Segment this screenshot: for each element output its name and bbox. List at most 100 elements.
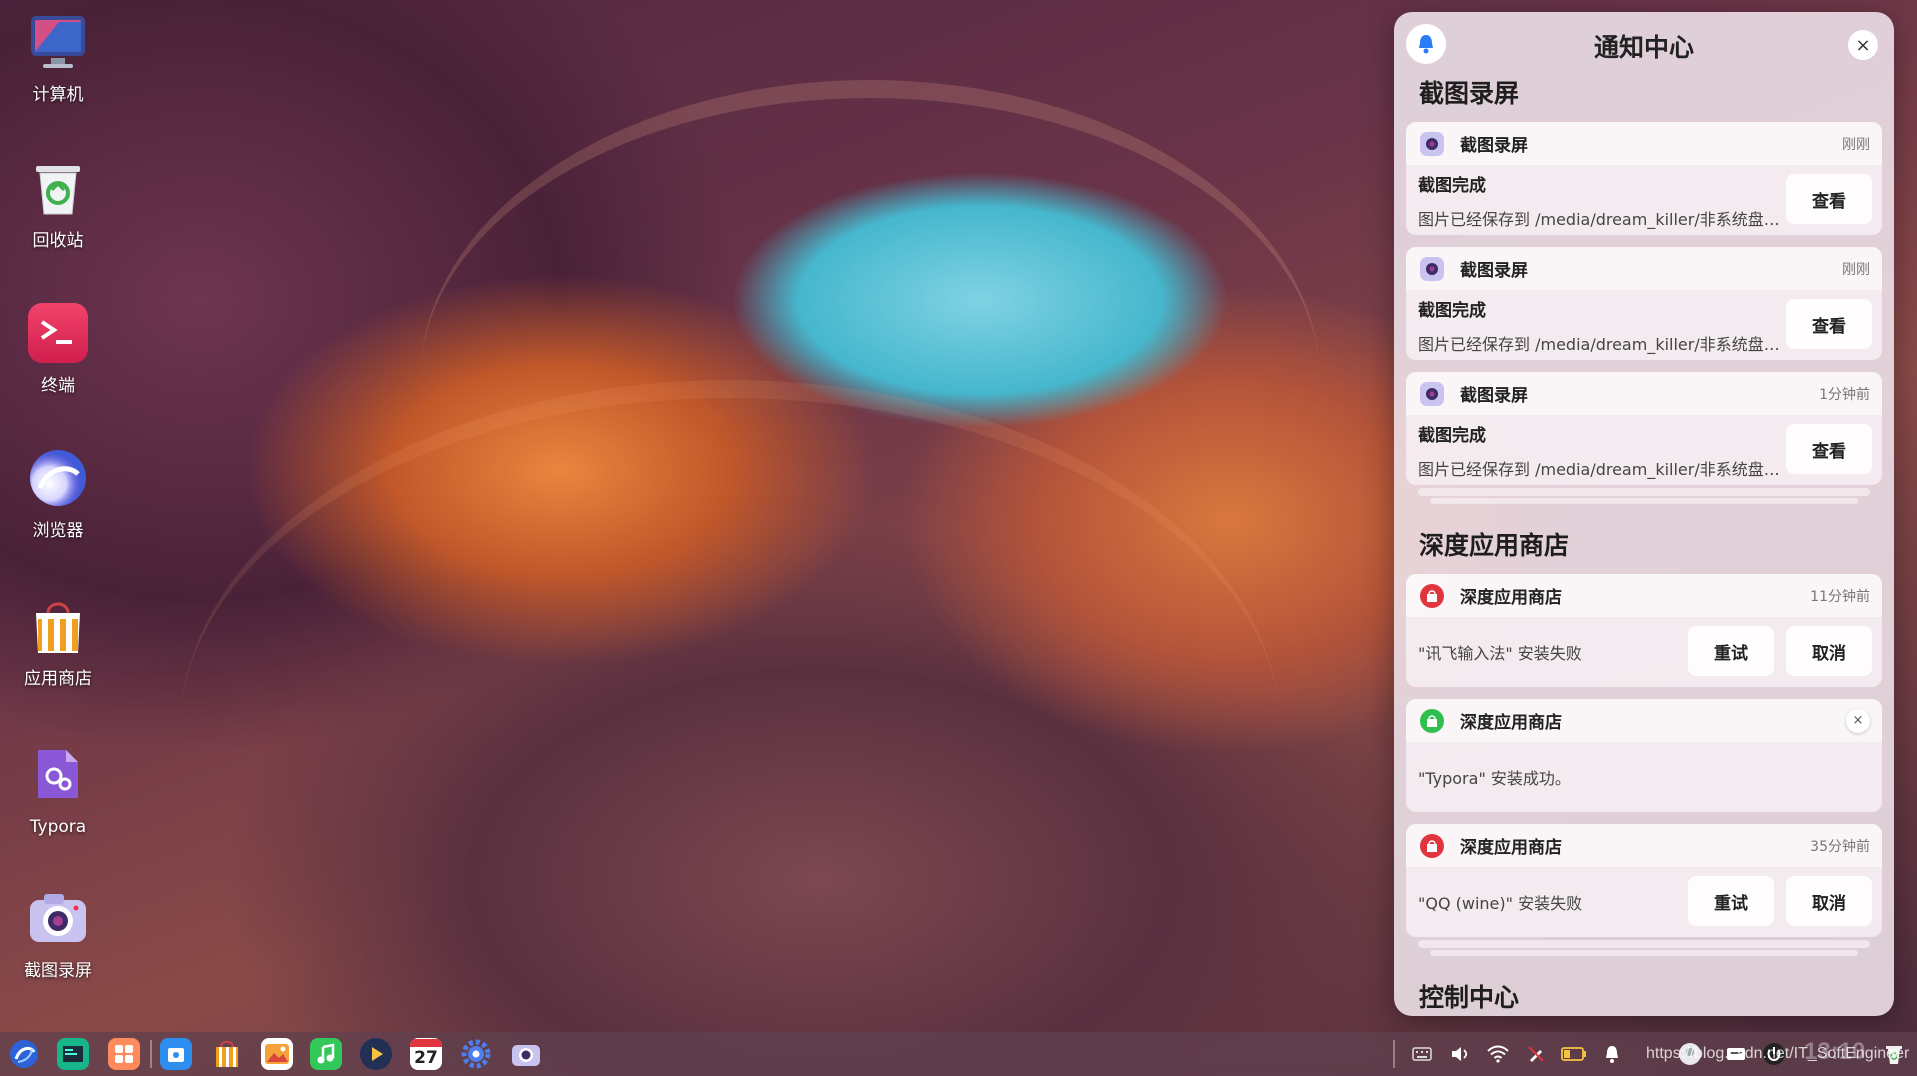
- battery-icon[interactable]: [1560, 1040, 1588, 1068]
- dock-separator: [150, 1040, 152, 1068]
- screenshot-icon: [28, 888, 88, 948]
- view-button[interactable]: 查看: [1786, 424, 1872, 474]
- calendar-icon[interactable]: 27: [410, 1038, 442, 1070]
- browser-icon: [28, 448, 88, 508]
- desktop-icon-label: 回收站: [32, 231, 84, 251]
- settings-icon[interactable]: [460, 1038, 492, 1070]
- notification-card-header: 截图录屏 1分钟前: [1406, 372, 1882, 416]
- notification-time: 刚刚: [1842, 136, 1870, 153]
- desktop-icon-computer[interactable]: 计算机: [8, 12, 108, 108]
- wallpaper-ridge: [180, 380, 1280, 1076]
- volume-icon[interactable]: [1446, 1040, 1474, 1068]
- notification-card[interactable]: 深度应用商店 35分钟前 "QQ (wine)" 安装失败 重试 取消: [1406, 824, 1882, 937]
- notification-text: "Typora" 安装成功。: [1418, 769, 1571, 788]
- screenshot-icon: [1420, 381, 1444, 406]
- notification-text: "QQ (wine)" 安装失败: [1418, 894, 1583, 913]
- stacked-notification-edge[interactable]: [1418, 940, 1870, 948]
- desktop-icon-label: 计算机: [32, 85, 84, 105]
- dock: 27: [0, 1032, 1917, 1076]
- app-store-icon[interactable]: [211, 1038, 243, 1070]
- video-player-icon[interactable]: [360, 1038, 392, 1070]
- notification-app-name: 深度应用商店: [1460, 588, 1562, 608]
- multitask-icon[interactable]: [108, 1038, 140, 1070]
- notification-center-title: 通知中心: [1593, 33, 1694, 62]
- watermark-text: https://blog.csdn.net/IT_SoftEngineer: [1646, 1045, 1910, 1062]
- music-icon[interactable]: [310, 1038, 342, 1070]
- close-icon[interactable]: ×: [1848, 30, 1878, 60]
- notification-card-header: 深度应用商店 35分钟前: [1406, 824, 1882, 868]
- notification-app-name: 深度应用商店: [1460, 713, 1562, 733]
- app-finder-icon[interactable]: [160, 1038, 192, 1070]
- notification-center-header: 通知中心 ×: [1394, 12, 1894, 70]
- notification-card[interactable]: 深度应用商店 11分钟前 "讯飞输入法" 安装失败 重试 取消: [1406, 574, 1882, 687]
- app-store-success-icon: [1420, 708, 1444, 733]
- notification-icon[interactable]: [1598, 1040, 1626, 1068]
- notification-card[interactable]: 深度应用商店 × "Typora" 安装成功。: [1406, 699, 1882, 812]
- notification-title: 截图完成: [1418, 301, 1486, 321]
- notification-card-header: 深度应用商店 ×: [1406, 699, 1882, 743]
- close-icon[interactable]: ×: [1846, 708, 1870, 733]
- desktop-icon-typora[interactable]: Typora: [8, 744, 108, 840]
- notification-card[interactable]: 截图录屏 刚刚 截图完成 图片已经保存到 /media/dream_killer…: [1406, 247, 1882, 360]
- desktop-icon-app-store[interactable]: 应用商店: [8, 596, 108, 692]
- desktop-icon-screenshot[interactable]: 截图录屏: [8, 888, 108, 984]
- stacked-notification-edge[interactable]: [1430, 950, 1858, 956]
- retry-button[interactable]: 重试: [1688, 626, 1774, 676]
- app-store-error-icon: [1420, 583, 1444, 608]
- file-manager-icon[interactable]: [57, 1038, 89, 1070]
- notification-text: 图片已经保存到 /media/dream_killer/非系统盘…: [1418, 335, 1780, 354]
- calendar-header: [410, 1039, 442, 1047]
- view-button[interactable]: 查看: [1786, 174, 1872, 224]
- cancel-button[interactable]: 取消: [1786, 626, 1872, 676]
- notification-time: 11分钟前: [1810, 588, 1870, 605]
- desktop-icon-label: Typora: [29, 817, 87, 837]
- calendar-day: 27: [414, 1048, 438, 1068]
- notification-time: 刚刚: [1842, 261, 1870, 278]
- typora-icon: [28, 744, 88, 804]
- notification-card[interactable]: 截图录屏 刚刚 截图完成 图片已经保存到 /media/dream_killer…: [1406, 122, 1882, 235]
- notification-center: 通知中心 × 截图录屏 截图录屏 刚刚 截图完成 图片已经保存到 /media/…: [1394, 12, 1894, 1016]
- terminal-icon: [28, 303, 88, 363]
- pen-icon[interactable]: [1522, 1040, 1550, 1068]
- app-store-icon: [28, 596, 88, 656]
- notification-time: 1分钟前: [1819, 386, 1870, 403]
- computer-icon: [28, 12, 88, 72]
- notification-card-header: 截图录屏 刚刚: [1406, 122, 1882, 166]
- notification-card-header: 深度应用商店 11分钟前: [1406, 574, 1882, 618]
- dock-separator: [1393, 1040, 1395, 1068]
- desktop-icon-label: 应用商店: [24, 669, 92, 689]
- notification-card-header: 截图录屏 刚刚: [1406, 247, 1882, 291]
- notification-text: 图片已经保存到 /media/dream_killer/非系统盘…: [1418, 460, 1780, 479]
- desktop-icon-browser[interactable]: 浏览器: [8, 448, 108, 544]
- image-viewer-icon[interactable]: [261, 1038, 293, 1070]
- notification-title: 截图完成: [1418, 176, 1486, 196]
- desktop-icon-terminal[interactable]: 终端: [8, 303, 108, 399]
- notification-text: 图片已经保存到 /media/dream_killer/非系统盘…: [1418, 210, 1780, 229]
- screenshot-icon: [1420, 256, 1444, 281]
- desktop-icon-label: 终端: [41, 376, 75, 396]
- group-title-screenshot: 截图录屏: [1419, 79, 1520, 108]
- screenshot-icon: [1420, 131, 1444, 156]
- notification-card[interactable]: 截图录屏 1分钟前 截图完成 图片已经保存到 /media/dream_kill…: [1406, 372, 1882, 485]
- stacked-notification-edge[interactable]: [1430, 498, 1858, 504]
- notification-app-name: 截图录屏: [1460, 386, 1528, 406]
- stacked-notification-edge[interactable]: [1418, 488, 1870, 496]
- cancel-button[interactable]: 取消: [1786, 876, 1872, 926]
- desktop-icon-trash[interactable]: 回收站: [8, 158, 108, 254]
- notification-title: 截图完成: [1418, 426, 1486, 446]
- launcher-icon[interactable]: [8, 1038, 40, 1070]
- notification-app-name: 截图录屏: [1460, 136, 1528, 156]
- desktop-icon-label: 截图录屏: [24, 961, 92, 981]
- view-button[interactable]: 查看: [1786, 299, 1872, 349]
- notification-app-name: 截图录屏: [1460, 261, 1528, 281]
- group-title-control-center: 控制中心: [1419, 983, 1520, 1012]
- notification-text: "讯飞输入法" 安装失败: [1418, 644, 1582, 663]
- keyboard-icon[interactable]: [1408, 1040, 1436, 1068]
- retry-button[interactable]: 重试: [1688, 876, 1774, 926]
- app-store-error-icon: [1420, 833, 1444, 858]
- group-title-app-store: 深度应用商店: [1419, 531, 1570, 560]
- screenshot-icon[interactable]: [510, 1038, 542, 1070]
- notification-time: 35分钟前: [1810, 838, 1870, 855]
- wifi-icon[interactable]: [1484, 1040, 1512, 1068]
- notification-app-name: 深度应用商店: [1460, 838, 1562, 858]
